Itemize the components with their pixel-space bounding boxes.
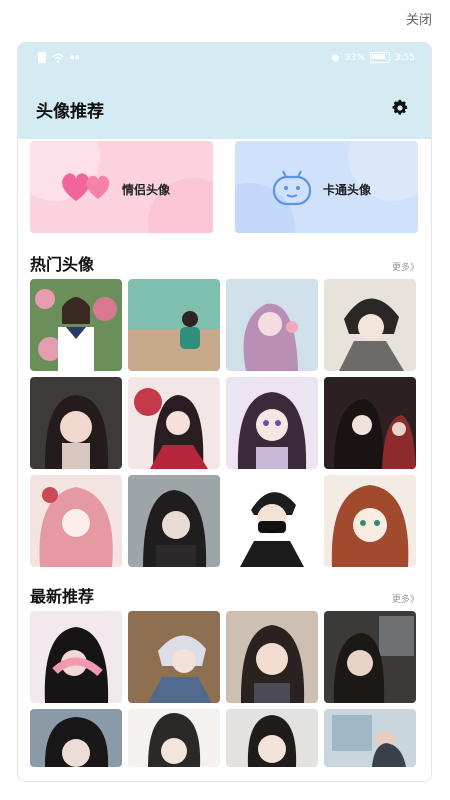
wifi-icon: [52, 53, 64, 63]
status-time: 3:55: [394, 52, 415, 63]
avatar-thumbnail[interactable]: [128, 475, 220, 567]
avatar-thumbnail[interactable]: [30, 709, 122, 767]
avatar-thumbnail[interactable]: [30, 377, 122, 469]
phone-frame: ▪▪ 93% 3:55 头像推荐 情侣头像 卡通头像 热门头像 更多》 最新推荐…: [17, 42, 432, 782]
card-cartoon-avatar[interactable]: 卡通头像: [235, 141, 418, 233]
close-link[interactable]: 关闭: [406, 9, 432, 28]
card-lovers-label: 情侣头像: [122, 183, 171, 197]
avatar-thumbnail[interactable]: [30, 611, 122, 703]
alarm-icon: [331, 54, 339, 62]
app-bar: 头像推荐: [18, 75, 431, 139]
avatar-thumbnail[interactable]: [324, 279, 416, 371]
avatar-thumbnail[interactable]: [226, 279, 318, 371]
avatar-thumbnail[interactable]: [226, 475, 318, 567]
battery-percent: 93%: [344, 52, 365, 63]
avatar-thumbnail[interactable]: [226, 709, 318, 767]
status-bar-left: ▪▪: [38, 52, 80, 63]
hot-avatar-grid: [18, 279, 431, 567]
hearts-icon: [62, 173, 110, 201]
avatar-thumbnail[interactable]: [226, 611, 318, 703]
cartoon-robot-icon: [272, 170, 312, 206]
section-hot-title: 热门头像: [30, 255, 95, 274]
avatar-thumbnail[interactable]: [324, 475, 416, 567]
avatar-thumbnail[interactable]: [128, 279, 220, 371]
section-latest-title: 最新推荐: [30, 587, 95, 606]
category-cards: 情侣头像 卡通头像: [18, 141, 431, 241]
battery-icon: [369, 52, 390, 63]
page-title: 头像推荐: [36, 102, 104, 122]
status-bar-right: 93% 3:55: [331, 52, 415, 63]
sim-icon: [38, 52, 46, 63]
avatar-thumbnail[interactable]: [226, 377, 318, 469]
avatar-thumbnail[interactable]: [128, 377, 220, 469]
section-latest-more-link[interactable]: 更多》: [392, 592, 419, 605]
card-lovers-avatar[interactable]: 情侣头像: [30, 141, 213, 233]
gear-icon[interactable]: [391, 99, 409, 117]
avatar-thumbnail[interactable]: [128, 611, 220, 703]
status-bar: ▪▪ 93% 3:55: [18, 43, 431, 75]
section-hot-more-link[interactable]: 更多》: [392, 260, 419, 273]
latest-avatar-grid: [18, 611, 431, 767]
card-cartoon-label: 卡通头像: [323, 183, 372, 197]
avatar-thumbnail[interactable]: [128, 709, 220, 767]
section-latest-header: 最新推荐 更多》: [18, 573, 431, 611]
avatar-thumbnail[interactable]: [30, 279, 122, 371]
section-hot-header: 热门头像 更多》: [18, 241, 431, 279]
avatar-thumbnail[interactable]: [324, 611, 416, 703]
avatar-thumbnail[interactable]: [324, 709, 416, 767]
avatar-thumbnail[interactable]: [324, 377, 416, 469]
avatar-thumbnail[interactable]: [30, 475, 122, 567]
network-speed-icon: ▪▪: [70, 53, 80, 61]
